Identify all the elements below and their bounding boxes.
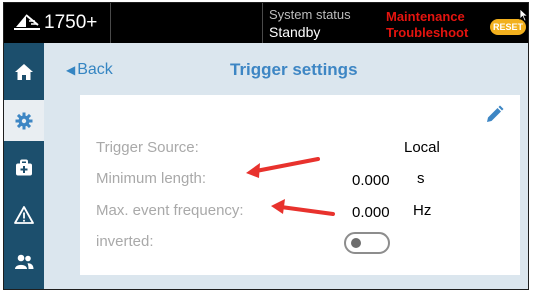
inverted-toggle[interactable] xyxy=(344,232,390,254)
device-model: 1750+ xyxy=(44,12,98,33)
system-status-value: Standby xyxy=(269,24,321,40)
max-freq-label: Max. event frequency: xyxy=(96,202,244,219)
system-status-label: System status xyxy=(269,7,351,22)
annotation-arrow-min-length xyxy=(246,157,320,178)
min-length-unit: s xyxy=(417,170,425,187)
sidebar-item-home[interactable] xyxy=(4,51,44,92)
sidebar-item-toolbox[interactable] xyxy=(4,147,44,188)
max-freq-value[interactable]: 0.000 xyxy=(352,204,390,221)
device-logo-icon xyxy=(14,14,40,30)
pencil-icon[interactable] xyxy=(484,105,504,125)
app-window: 1750+ System status Standby Maintenance … xyxy=(3,2,529,290)
settings-card: Trigger Source: Local Minimum length: 0.… xyxy=(80,95,520,275)
device-badge: 1750+ xyxy=(4,3,111,43)
home-icon xyxy=(15,63,33,80)
sidebar-item-alarms[interactable] xyxy=(4,194,44,235)
maintenance-label: Maintenance xyxy=(386,9,465,24)
toolbox-icon xyxy=(16,159,32,175)
max-freq-unit: Hz xyxy=(413,202,432,219)
divider xyxy=(262,3,263,43)
min-length-label: Minimum length: xyxy=(96,170,207,187)
min-length-value[interactable]: 0.000 xyxy=(352,172,390,189)
warning-icon xyxy=(14,205,34,224)
sidebar-item-users[interactable] xyxy=(4,241,44,282)
annotation-arrow-max-freq xyxy=(271,199,335,216)
users-icon xyxy=(15,254,34,269)
mouse-cursor-icon xyxy=(519,8,528,22)
trigger-source-value[interactable]: Local xyxy=(404,139,440,156)
sidebar xyxy=(4,43,44,289)
maintenance-alert[interactable]: Maintenance Troubleshoot xyxy=(386,9,468,41)
sidebar-item-settings[interactable] xyxy=(4,100,44,141)
page-title: Trigger settings xyxy=(230,60,358,79)
gear-icon xyxy=(15,112,33,129)
troubleshoot-label: Troubleshoot xyxy=(386,25,469,40)
back-button[interactable]: ◀ Back xyxy=(66,61,113,79)
back-arrow-icon: ◀ xyxy=(66,63,76,77)
top-bar: 1750+ System status Standby Maintenance … xyxy=(4,3,528,43)
back-label: Back xyxy=(77,61,113,78)
toggle-knob xyxy=(351,238,361,248)
trigger-source-label: Trigger Source: xyxy=(96,139,199,156)
inverted-label: inverted: xyxy=(96,233,154,250)
